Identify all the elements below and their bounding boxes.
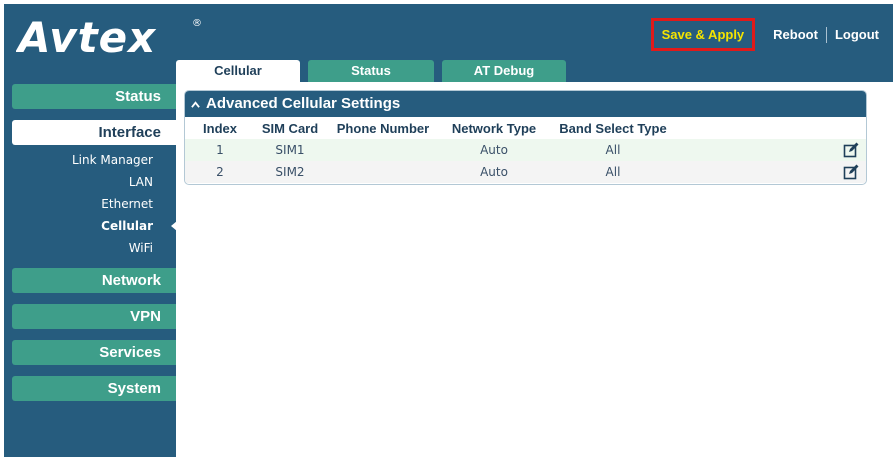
- column-header-band-select-type: Band Select Type: [559, 120, 667, 136]
- sidebar-item-services[interactable]: Services: [12, 340, 176, 365]
- logo-text: Avtex: [16, 14, 157, 60]
- cell-band-select-type: All: [547, 161, 679, 183]
- table-row: 1 SIM1 Auto All: [185, 139, 866, 161]
- column-header-spacer: [679, 117, 836, 139]
- submenu-item-cellular-label: Cellular: [101, 219, 153, 233]
- sidebar-item-status[interactable]: Status: [12, 84, 176, 109]
- save-apply-button[interactable]: Save & Apply: [650, 18, 756, 51]
- cell-index: 1: [185, 139, 255, 161]
- sidebar-item-interface[interactable]: Interface: [12, 120, 176, 145]
- edit-icon[interactable]: [843, 164, 859, 180]
- main-content: Advanced Cellular Settings Index SIM Car…: [176, 82, 893, 457]
- submenu-item-ethernet[interactable]: Ethernet: [12, 193, 176, 215]
- tab-status[interactable]: Status: [308, 60, 434, 82]
- registered-mark: ®: [192, 18, 202, 29]
- cell-phone-number: [325, 139, 441, 161]
- cell-network-type: Auto: [441, 161, 547, 183]
- panel-title: Advanced Cellular Settings: [206, 95, 401, 112]
- submenu-item-wifi[interactable]: WiFi: [12, 237, 176, 259]
- submenu-item-link-manager[interactable]: Link Manager: [12, 149, 176, 171]
- sidebar-item-vpn[interactable]: VPN: [12, 304, 176, 329]
- avtex-logo: Avtex ®: [16, 14, 202, 60]
- cell-sim-card: SIM2: [255, 161, 325, 183]
- column-header-sim-card: SIM Card: [261, 120, 319, 136]
- column-header-network-type: Network Type: [451, 120, 537, 136]
- cell-actions: [836, 161, 866, 183]
- cell-spacer: [679, 139, 836, 161]
- advanced-cellular-panel: Advanced Cellular Settings Index SIM Car…: [184, 90, 867, 185]
- tab-cellular[interactable]: Cellular: [176, 60, 300, 82]
- table-row: 2 SIM2 Auto All: [185, 161, 866, 183]
- edit-icon[interactable]: [843, 142, 859, 158]
- cell-network-type: Auto: [441, 139, 547, 161]
- chevron-up-icon: [191, 100, 200, 108]
- sidebar: Status Interface Link Manager LAN Ethern…: [12, 84, 177, 401]
- top-bar: Save & Apply Reboot Logout: [650, 18, 887, 51]
- cellular-table: Index SIM Card Phone Number Network Type…: [185, 117, 866, 183]
- cell-spacer: [679, 161, 836, 183]
- submenu-item-cellular[interactable]: Cellular: [12, 215, 177, 237]
- tab-at-debug[interactable]: AT Debug: [442, 60, 566, 82]
- column-header-phone-number: Phone Number: [336, 120, 430, 136]
- cell-band-select-type: All: [547, 139, 679, 161]
- cell-sim-card: SIM1: [255, 139, 325, 161]
- table-header-row: Index SIM Card Phone Number Network Type…: [185, 117, 866, 139]
- panel-header[interactable]: Advanced Cellular Settings: [185, 91, 866, 117]
- cell-phone-number: [325, 161, 441, 183]
- submenu-item-lan[interactable]: LAN: [12, 171, 176, 193]
- logout-link[interactable]: Logout: [827, 27, 887, 42]
- reboot-link[interactable]: Reboot: [765, 27, 826, 42]
- cell-actions: [836, 139, 866, 161]
- tab-bar: Cellular Status AT Debug: [176, 60, 574, 82]
- sidebar-item-network[interactable]: Network: [12, 268, 176, 293]
- column-header-actions: [836, 117, 866, 139]
- interface-submenu: Link Manager LAN Ethernet Cellular WiFi: [12, 145, 177, 259]
- app-window: Avtex ® Save & Apply Reboot Logout Statu…: [4, 4, 893, 457]
- cell-index: 2: [185, 161, 255, 183]
- sidebar-item-system[interactable]: System: [12, 376, 176, 401]
- column-header-index: Index: [203, 120, 237, 136]
